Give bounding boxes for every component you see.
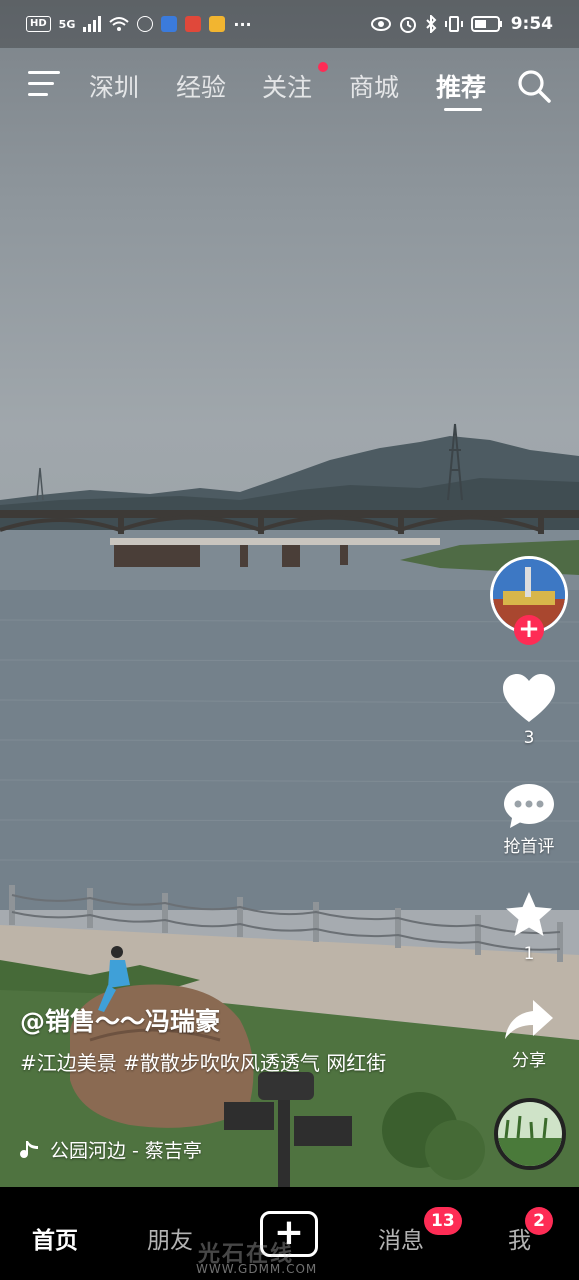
vibrate-icon — [444, 16, 463, 32]
tab-friends[interactable]: 朋友 — [147, 1221, 193, 1255]
music-info[interactable]: 公园河边 - 蔡吉亭 — [20, 1136, 460, 1163]
heart-icon — [503, 674, 555, 722]
bluetooth-icon — [425, 15, 437, 33]
share-label: 分享 — [512, 1051, 546, 1071]
watermark-logo: 光石在线 — [198, 1242, 295, 1267]
tab-shenzhen[interactable]: 深圳 — [89, 68, 139, 104]
status-left: HD 5G ··· — [26, 15, 252, 34]
status-bar: HD 5G ··· 9:54 — [0, 0, 579, 48]
menu-icon[interactable] — [28, 71, 62, 99]
follow-button[interactable]: + — [514, 615, 544, 645]
comment-label: 抢首评 — [503, 837, 555, 857]
more-dots-icon: ··· — [233, 14, 252, 34]
active-tab-indicator — [444, 108, 482, 111]
share-arrow-icon — [505, 1000, 553, 1039]
eye-icon — [370, 17, 391, 31]
red-app-icon — [185, 16, 202, 32]
like-count: 3 — [523, 728, 535, 748]
me-badge: 2 — [525, 1207, 553, 1235]
status-time: 9:54 — [510, 14, 553, 34]
tab-following[interactable]: 关注 — [262, 68, 312, 104]
wifi-icon — [109, 17, 130, 31]
music-disc[interactable] — [494, 1098, 566, 1170]
signal-icon — [83, 16, 102, 32]
tab-experience[interactable]: 经验 — [176, 68, 226, 104]
hd-badge: HD — [26, 16, 51, 32]
battery-icon — [470, 16, 502, 32]
like-action[interactable]: 3 — [488, 672, 570, 748]
tab-home[interactable]: 首页 — [32, 1221, 78, 1255]
music-note-icon — [20, 1140, 38, 1158]
following-notification-dot — [318, 62, 328, 72]
favorite-action[interactable]: 1 — [488, 890, 570, 964]
jdm-blue-icon — [161, 16, 178, 32]
comment-icon — [504, 784, 554, 828]
share-action[interactable]: 分享 — [488, 998, 570, 1071]
status-right: 9:54 — [370, 14, 553, 34]
weibo-icon — [209, 16, 226, 32]
comment-action[interactable]: 抢首评 — [488, 782, 570, 857]
music-disc-cover — [498, 1102, 562, 1166]
jdm-icon — [137, 16, 154, 32]
top-nav: 深圳 经验 关注 商城 推荐 — [0, 60, 579, 112]
video-description: #江边美景 #散散步吹吹风透透气 网红街 — [20, 1051, 387, 1075]
alarm-icon — [399, 17, 416, 33]
tab-recommend[interactable]: 推荐 — [436, 68, 486, 104]
network-type: 5G — [58, 17, 76, 31]
tab-mall[interactable]: 商城 — [349, 68, 399, 104]
author-name[interactable]: @销售～～冯瑞豪 — [20, 1002, 460, 1038]
search-icon[interactable] — [516, 68, 552, 104]
messages-badge: 13 — [424, 1207, 462, 1235]
watermark-url: WWW.GDMM.COM — [196, 1262, 318, 1276]
favorite-count: 1 — [523, 944, 535, 964]
music-title: 公园河边 - 蔡吉亭 — [50, 1140, 202, 1162]
star-icon — [506, 892, 552, 936]
